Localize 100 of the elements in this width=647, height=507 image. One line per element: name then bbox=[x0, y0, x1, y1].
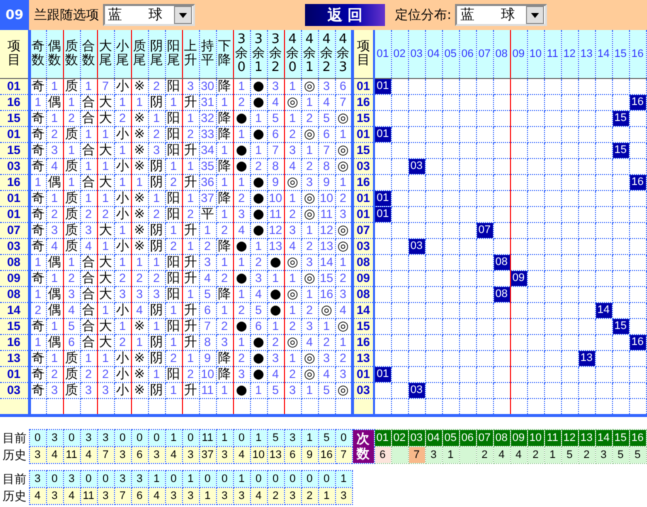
table-cell: 4 bbox=[29, 488, 46, 504]
table-cell: 1 bbox=[131, 254, 148, 270]
table-cell: 6 bbox=[131, 488, 148, 504]
ball-number-badge: 08 bbox=[494, 255, 509, 270]
follow-select[interactable]: 蓝 球 bbox=[103, 4, 195, 26]
table-cell: 降 bbox=[216, 286, 233, 302]
ball-number-badge: 16 bbox=[630, 335, 645, 350]
column-header: 03 bbox=[408, 430, 425, 446]
table-cell: 大 bbox=[97, 334, 114, 350]
row-label: 01 bbox=[0, 78, 29, 94]
table-cell: 5 bbox=[629, 446, 646, 464]
table-cell: 8 bbox=[267, 158, 284, 174]
column-header: 02 bbox=[391, 30, 408, 78]
table-cell: 奇 bbox=[29, 126, 46, 142]
row-label: 01 bbox=[0, 190, 29, 206]
row-label: 16 bbox=[352, 174, 374, 190]
column-header: 偶数 bbox=[46, 30, 63, 78]
table-cell: 升 bbox=[182, 318, 199, 334]
table-cell: 奇 bbox=[29, 206, 46, 222]
table-cell: 35 bbox=[199, 158, 216, 174]
table-cell: 阴 bbox=[148, 302, 165, 318]
column-header: 12 bbox=[561, 30, 578, 78]
table-cell: 奇 bbox=[29, 190, 46, 206]
table-cell: 阴 bbox=[148, 382, 165, 398]
table-cell: 2 bbox=[216, 222, 233, 238]
column-header: 项目 bbox=[352, 30, 374, 78]
table-cell: 奇 bbox=[29, 158, 46, 174]
table-cell: 10 bbox=[267, 190, 284, 206]
column-header: 01 bbox=[374, 30, 391, 78]
table-cell: 质 bbox=[63, 366, 80, 382]
column-header: 07 bbox=[476, 30, 493, 78]
row-label: 01 bbox=[352, 366, 374, 382]
column-header: 06 bbox=[459, 430, 476, 446]
table-cell: ◎ bbox=[301, 126, 318, 142]
column-header: 16 bbox=[629, 30, 646, 78]
table-cell: 0 bbox=[63, 430, 80, 446]
table-cell: 合 bbox=[80, 94, 97, 110]
table-cell: 3 bbox=[29, 446, 46, 464]
row-label: 历史 bbox=[0, 446, 29, 464]
table-cell: 11 bbox=[318, 206, 335, 222]
table-cell: 阳 bbox=[165, 206, 182, 222]
table-cell: ※ bbox=[131, 78, 148, 94]
table-cell: 1 bbox=[80, 78, 97, 94]
table-cell: 2 bbox=[301, 110, 318, 126]
table-cell: 2 bbox=[148, 126, 165, 142]
table-cell: 1 bbox=[148, 190, 165, 206]
table-cell: 4 bbox=[250, 286, 267, 302]
table-cell: 3 bbox=[425, 446, 442, 464]
table-cell: ● bbox=[233, 142, 250, 158]
row-label: 01 bbox=[352, 206, 374, 222]
table-cell: 1 bbox=[250, 110, 267, 126]
return-button[interactable]: 返 回 bbox=[305, 4, 385, 26]
table-cell: 2 bbox=[199, 238, 216, 254]
table-cell: 2 bbox=[527, 446, 544, 464]
table-cell: 阴 bbox=[148, 174, 165, 190]
column-header: 4余1 bbox=[301, 30, 318, 78]
table-cell: 2 bbox=[114, 110, 131, 126]
table-cell: 3 bbox=[284, 222, 301, 238]
table-cell: 0 bbox=[97, 470, 114, 488]
table-cell: ※ bbox=[131, 222, 148, 238]
table-cell: 4 bbox=[233, 222, 250, 238]
table-cell: 小 bbox=[114, 158, 131, 174]
table-cell: 3 bbox=[148, 142, 165, 158]
table-cell: 7 bbox=[335, 446, 352, 464]
table-cell: ◎ bbox=[301, 190, 318, 206]
table-cell: 4 bbox=[148, 488, 165, 504]
table-cell: 阳 bbox=[165, 254, 182, 270]
table-cell: ◎ bbox=[284, 334, 301, 350]
table-cell: 1 bbox=[335, 470, 352, 488]
column-header: 08 bbox=[493, 30, 510, 78]
table-cell: 2 bbox=[284, 126, 301, 142]
table-cell: 2 bbox=[284, 366, 301, 382]
table-cell: 2 bbox=[318, 334, 335, 350]
table-cell: 0 bbox=[318, 470, 335, 488]
table-cell: 小 bbox=[114, 382, 131, 398]
table-cell: 升 bbox=[182, 270, 199, 286]
table-cell: ※ bbox=[131, 110, 148, 126]
column-header: 4余0 bbox=[284, 30, 301, 78]
table-cell: 7 bbox=[97, 78, 114, 94]
issue-number: 09 bbox=[0, 0, 29, 30]
table-cell: 0 bbox=[301, 470, 318, 488]
table-cell: 1 bbox=[301, 286, 318, 302]
table-cell: 偶 bbox=[46, 94, 63, 110]
column-header: 阴尾 bbox=[148, 30, 165, 78]
table-cell: ◎ bbox=[284, 254, 301, 270]
table-cell: 2 bbox=[97, 206, 114, 222]
table-cell: 2 bbox=[114, 270, 131, 286]
table-cell: 3 bbox=[216, 488, 233, 504]
table-cell: ● bbox=[233, 238, 250, 254]
column-header: 12 bbox=[561, 430, 578, 446]
column-header: 3余1 bbox=[250, 30, 267, 78]
row-label: 01 bbox=[0, 366, 29, 382]
table-cell: 阴 bbox=[148, 238, 165, 254]
row-label: 历史 bbox=[0, 488, 29, 504]
row-label: 15 bbox=[352, 318, 374, 334]
table-cell: 1 bbox=[301, 430, 318, 446]
position-select[interactable]: 蓝 球 bbox=[455, 4, 548, 26]
table-cell: 8 bbox=[318, 158, 335, 174]
table-cell: 1 bbox=[165, 430, 182, 446]
table-cell: 2 bbox=[182, 206, 199, 222]
